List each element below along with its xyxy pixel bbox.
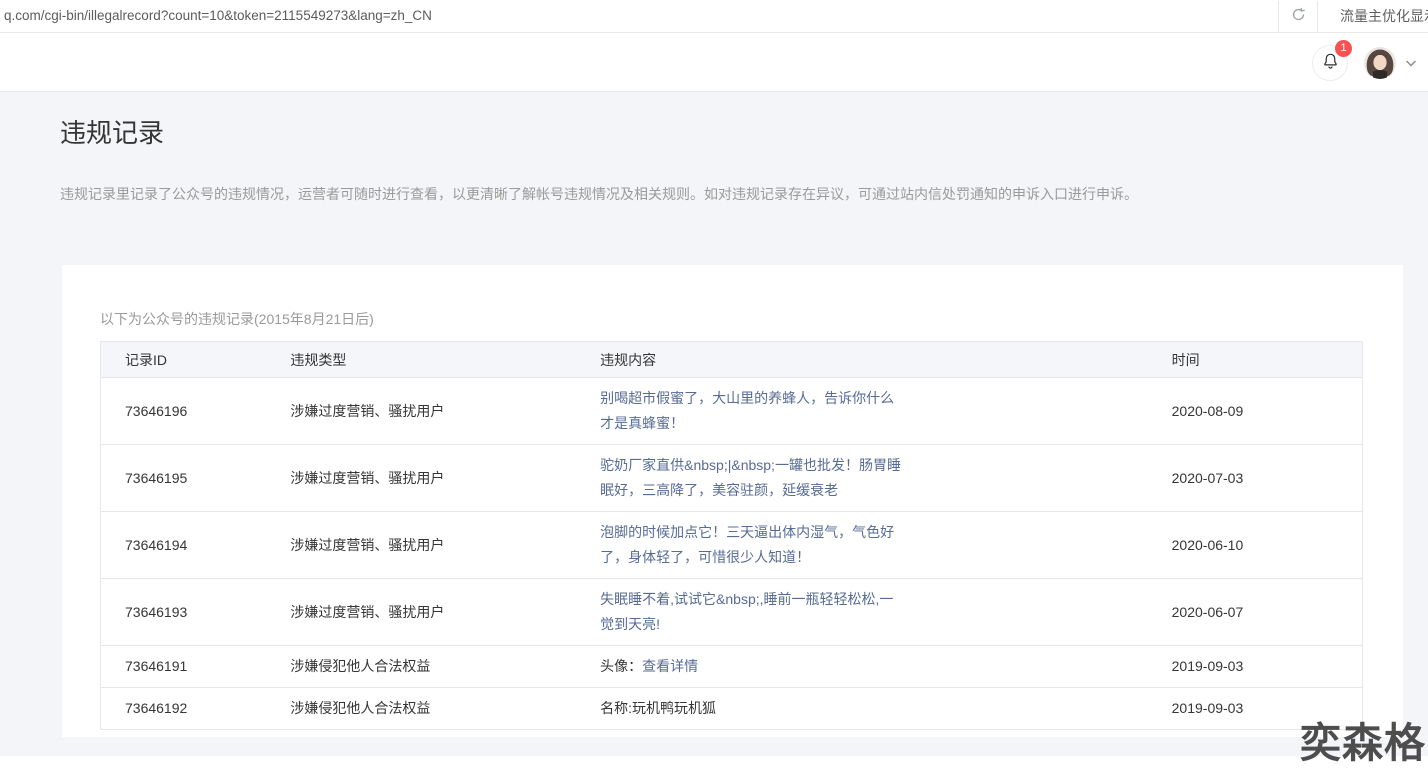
- violation-type: 涉嫌过度营销、骚扰用户: [266, 512, 576, 579]
- column-header: 记录ID: [101, 342, 267, 378]
- table-row: 73646195涉嫌过度营销、骚扰用户驼奶厂家直供&nbsp;|&nbsp;一罐…: [101, 445, 1363, 512]
- table-row: 73646192涉嫌侵犯他人合法权益名称:玩机鸭玩机狐2019-09-03: [101, 688, 1363, 730]
- content-label: 头像：: [600, 658, 642, 674]
- refresh-icon: [1290, 6, 1307, 28]
- record-id: 73646195: [101, 445, 267, 512]
- violation-type: 涉嫌过度营销、骚扰用户: [266, 445, 576, 512]
- avatar[interactable]: [1364, 47, 1396, 79]
- chevron-down-icon[interactable]: [1404, 56, 1418, 70]
- traffic-optimizer-label[interactable]: 流量主优化显示: [1340, 0, 1428, 32]
- records-card: 以下为公众号的违规记录(2015年8月21日后) 记录ID违规类型违规内容时间 …: [62, 265, 1403, 737]
- violation-content-link[interactable]: 泡脚的时候加点它！三天逼出体内湿气，气色好了，身体轻了，可惜很少人知道！: [600, 520, 902, 570]
- column-header: 违规内容: [576, 342, 1148, 378]
- table-row: 73646193涉嫌过度营销、骚扰用户失眠睡不着,试试它&nbsp;,睡前一瓶轻…: [101, 579, 1363, 646]
- violation-type: 涉嫌过度营销、骚扰用户: [266, 579, 576, 646]
- page-description: 违规记录里记录了公众号的违规情况，运营者可随时进行查看，以更清晰了解帐号违规情况…: [60, 184, 1180, 204]
- violation-content-link[interactable]: 驼奶厂家直供&nbsp;|&nbsp;一罐也批发！肠胃睡眠好，三高降了，美容驻颜…: [600, 453, 902, 503]
- table-row: 73646194涉嫌过度营销、骚扰用户泡脚的时候加点它！三天逼出体内湿气，气色好…: [101, 512, 1363, 579]
- violation-time: 2020-06-10: [1148, 512, 1363, 579]
- violation-time: 2020-08-09: [1148, 378, 1363, 445]
- view-details-link[interactable]: 查看详情: [642, 658, 698, 674]
- violation-records-table: 记录ID违规类型违规内容时间 73646196涉嫌过度营销、骚扰用户别喝超市假蜜…: [100, 341, 1363, 730]
- table-header-row: 记录ID违规类型违规内容时间: [101, 342, 1363, 378]
- notifications-button[interactable]: 1: [1312, 45, 1348, 81]
- violation-time: 2020-07-03: [1148, 445, 1363, 512]
- violation-type: 涉嫌侵犯他人合法权益: [266, 646, 576, 688]
- record-id: 73646196: [101, 378, 267, 445]
- violation-time: 2020-06-07: [1148, 579, 1363, 646]
- violation-content-link[interactable]: 别喝超市假蜜了，大山里的养蜂人，告诉你什么才是真蜂蜜！: [600, 386, 902, 436]
- record-id: 73646191: [101, 646, 267, 688]
- page-title: 违规记录: [60, 113, 164, 150]
- record-id: 73646193: [101, 579, 267, 646]
- record-id: 73646194: [101, 512, 267, 579]
- violation-content-link[interactable]: 失眠睡不着,试试它&nbsp;,睡前一瓶轻轻松松,一觉到天亮!: [600, 587, 902, 637]
- table-row: 73646196涉嫌过度营销、骚扰用户别喝超市假蜜了，大山里的养蜂人，告诉你什么…: [101, 378, 1363, 445]
- refresh-button[interactable]: [1278, 1, 1318, 32]
- record-id: 73646192: [101, 688, 267, 730]
- notification-badge: 1: [1335, 40, 1352, 57]
- app-header: 1: [0, 33, 1428, 92]
- column-header: 时间: [1148, 342, 1363, 378]
- violation-type: 涉嫌侵犯他人合法权益: [266, 688, 576, 730]
- browser-address-bar: q.com/cgi-bin/illegalrecord?count=10&tok…: [0, 0, 1428, 33]
- violation-type: 涉嫌过度营销、骚扰用户: [266, 378, 576, 445]
- column-header: 违规类型: [266, 342, 576, 378]
- table-row: 73646191涉嫌侵犯他人合法权益头像：查看详情2019-09-03: [101, 646, 1363, 688]
- violation-content: 头像：查看详情: [600, 654, 902, 679]
- address-bar-url[interactable]: q.com/cgi-bin/illegalrecord?count=10&tok…: [4, 0, 432, 32]
- violation-content-text: 名称:玩机鸭玩机狐: [600, 696, 902, 721]
- violation-table-body: 73646196涉嫌过度营销、骚扰用户别喝超市假蜜了，大山里的养蜂人，告诉你什么…: [101, 378, 1363, 730]
- violation-time: 2019-09-03: [1148, 646, 1363, 688]
- table-caption: 以下为公众号的违规记录(2015年8月21日后): [100, 309, 374, 329]
- watermark-text: 奕森格: [1300, 709, 1426, 769]
